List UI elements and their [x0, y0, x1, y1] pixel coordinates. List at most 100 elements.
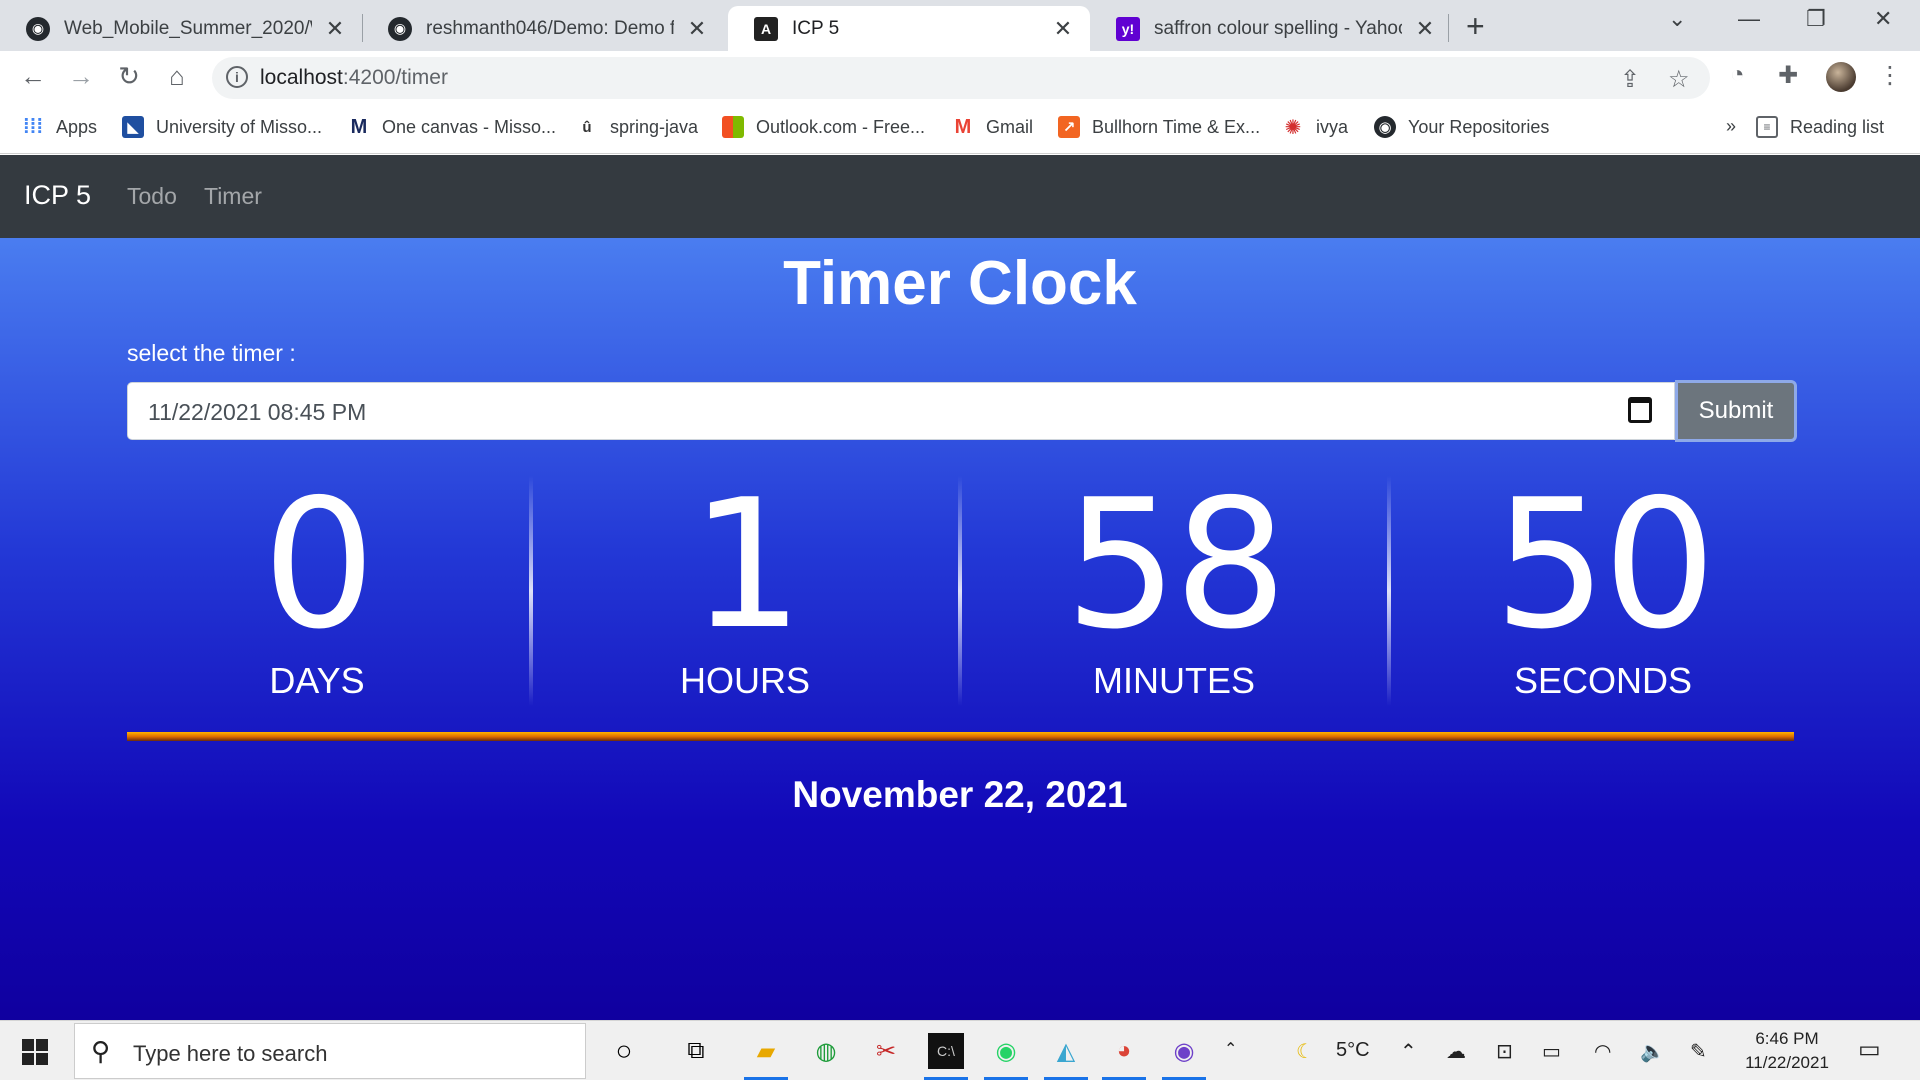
- spring-tool-icon[interactable]: ◍: [808, 1033, 844, 1069]
- bookmark-label: spring-java: [610, 116, 699, 137]
- whatsapp-icon[interactable]: ◉: [988, 1033, 1024, 1069]
- browser-tab[interactable]: ◉ reshmanth046/Demo: Demo for ✕: [362, 6, 724, 51]
- snipping-tool-icon[interactable]: ✂: [868, 1033, 904, 1069]
- nav-link-todo[interactable]: Todo: [127, 183, 177, 210]
- github-icon: ◉: [1374, 116, 1396, 138]
- notifications-icon[interactable]: ▭: [1858, 1035, 1881, 1064]
- tab-title: saffron colour spelling - Yahoo Se: [1154, 17, 1402, 39]
- clock-time: 6:46 PM: [1755, 1029, 1819, 1048]
- bookmark-ivya[interactable]: ✺ ivya: [1282, 116, 1349, 139]
- address-bar[interactable]: i localhost:4200/timer ⇪ ☆: [212, 57, 1710, 99]
- close-icon[interactable]: ✕: [1412, 16, 1438, 42]
- days-label: DAYS: [269, 660, 365, 701]
- close-icon[interactable]: ✕: [1050, 16, 1076, 42]
- tab-search-chevron-icon[interactable]: ⌄: [1668, 6, 1686, 32]
- new-tab-button[interactable]: +: [1466, 8, 1485, 45]
- windows-start-icon[interactable]: [22, 1039, 48, 1065]
- overflow-chevron-icon: »: [1726, 116, 1737, 136]
- close-icon[interactable]: ✕: [684, 16, 710, 42]
- tray-app-icon[interactable]: ⊡: [1496, 1039, 1513, 1064]
- chrome-icon[interactable]: ◕: [1106, 1033, 1142, 1069]
- reading-list-button[interactable]: ≡ Reading list: [1756, 116, 1884, 138]
- taskbar-scroll-icon[interactable]: ⌃: [1224, 1039, 1237, 1059]
- spring-icon: û: [582, 118, 592, 136]
- minimize-button[interactable]: —: [1738, 6, 1760, 32]
- bookmark-label: ivya: [1316, 116, 1349, 137]
- tab-title: Web_Mobile_Summer_2020/Web: [64, 17, 312, 39]
- reading-list-label: Reading list: [1790, 116, 1885, 137]
- ivya-icon: ✺: [1284, 116, 1302, 139]
- bookmark-star-icon[interactable]: ☆: [1668, 65, 1690, 94]
- battery-icon[interactable]: ▭: [1542, 1039, 1561, 1064]
- share-icon[interactable]: ⇪: [1620, 65, 1640, 94]
- wifi-icon[interactable]: ◠: [1594, 1039, 1611, 1064]
- university-icon: ◣: [122, 116, 144, 138]
- url-text[interactable]: localhost:4200/timer: [260, 66, 448, 90]
- datetime-value: 11/22/2021 08:45 PM: [148, 399, 367, 425]
- days-value: 0: [262, 461, 375, 668]
- url-host: localhost: [260, 66, 343, 89]
- reload-button[interactable]: ↻: [112, 61, 146, 92]
- bookmark-university[interactable]: ◣ University of Misso...: [122, 116, 322, 138]
- forward-button[interactable]: →: [64, 61, 98, 92]
- taskbar-search-placeholder: Type here to search: [133, 1041, 328, 1066]
- profile-avatar[interactable]: [1826, 62, 1856, 92]
- yahoo-icon: y!: [1116, 16, 1140, 41]
- onedrive-icon[interactable]: ☁: [1446, 1039, 1466, 1064]
- bookmark-label: One canvas - Misso...: [382, 116, 557, 137]
- seconds-value: 50: [1493, 461, 1717, 668]
- home-button[interactable]: ⌂: [160, 61, 194, 92]
- bookmark-label: Bullhorn Time & Ex...: [1092, 116, 1261, 137]
- apps-grid-icon: ⁞⁞⁞: [23, 115, 43, 138]
- target-date: November 22, 2021: [792, 774, 1128, 815]
- site-info-icon[interactable]: i: [226, 66, 248, 88]
- file-explorer-icon[interactable]: ▰: [748, 1033, 784, 1069]
- browser-tab[interactable]: y! saffron colour spelling - Yahoo Se ✕: [1090, 6, 1452, 51]
- bookmark-gmail[interactable]: M Gmail: [952, 116, 1033, 138]
- extensions-puzzle-icon[interactable]: ✚: [1778, 61, 1798, 90]
- calendar-icon[interactable]: [1628, 397, 1652, 423]
- volume-icon[interactable]: 🔈: [1640, 1039, 1665, 1064]
- browser-tab-active[interactable]: A ICP 5 ✕: [728, 6, 1090, 51]
- back-button[interactable]: ←: [16, 61, 50, 92]
- close-icon[interactable]: ✕: [322, 16, 348, 42]
- bookmark-bullhorn[interactable]: ↗ Bullhorn Time & Ex...: [1058, 116, 1260, 138]
- bookmark-outlook[interactable]: Outlook.com - Free...: [722, 116, 925, 138]
- performance-icon[interactable]: ◔: [1730, 61, 1745, 89]
- hours-label: HOURS: [679, 660, 810, 701]
- kebab-menu-icon[interactable]: ⋮: [1878, 61, 1902, 90]
- github-desktop-icon[interactable]: ◉: [1166, 1033, 1202, 1069]
- nav-link-timer[interactable]: Timer: [204, 183, 262, 210]
- browser-tab[interactable]: ◉ Web_Mobile_Summer_2020/Web ✕: [0, 6, 362, 51]
- bookmark-canvas[interactable]: M One canvas - Misso...: [348, 116, 556, 138]
- submit-button[interactable]: Submit: [1675, 380, 1797, 442]
- minutes-label: MINUTES: [1093, 660, 1255, 701]
- bookmarks-bar: ⁞⁞⁞ Apps ◣ University of Misso... M One …: [0, 105, 1920, 154]
- bookmark-apps[interactable]: ⁞⁞⁞ Apps: [22, 116, 97, 138]
- bullhorn-icon: ↗: [1058, 116, 1080, 138]
- close-window-button[interactable]: ✕: [1874, 6, 1892, 32]
- restore-button[interactable]: ❐: [1806, 6, 1826, 32]
- tab-divider: [1448, 14, 1449, 42]
- pen-icon[interactable]: ✎: [1690, 1039, 1707, 1064]
- countdown-minutes: 58 MINUTES: [960, 476, 1388, 702]
- bookmark-repositories[interactable]: ◉ Your Repositories: [1374, 116, 1549, 138]
- datetime-input[interactable]: 11/22/2021 08:45 PM: [127, 382, 1675, 440]
- task-view-icon[interactable]: ⧉: [678, 1033, 714, 1069]
- microsoft-icon: [722, 116, 744, 138]
- tray-chevron-icon[interactable]: ⌃: [1400, 1039, 1417, 1064]
- notepad-icon[interactable]: ◭: [1048, 1033, 1084, 1069]
- canvas-m-icon: M: [350, 115, 368, 138]
- bookmarks-overflow-button[interactable]: »: [1726, 116, 1736, 137]
- github-icon: ◉: [26, 16, 50, 41]
- bookmark-spring-java[interactable]: û spring-java: [576, 116, 698, 138]
- terminal-icon[interactable]: C:\: [928, 1033, 964, 1069]
- system-clock[interactable]: 6:46 PM 11/22/2021: [1732, 1027, 1842, 1075]
- weather-moon-icon[interactable]: ☾: [1296, 1039, 1314, 1064]
- taskbar-search[interactable]: ⚲ Type here to search: [74, 1023, 586, 1079]
- cortana-icon[interactable]: ○: [606, 1033, 642, 1069]
- tab-strip: ◉ Web_Mobile_Summer_2020/Web ✕ ◉ reshman…: [0, 0, 1920, 51]
- navbar-brand[interactable]: ICP 5: [24, 180, 91, 211]
- weather-temperature[interactable]: 5°C: [1336, 1039, 1370, 1062]
- hours-value: 1: [690, 461, 803, 668]
